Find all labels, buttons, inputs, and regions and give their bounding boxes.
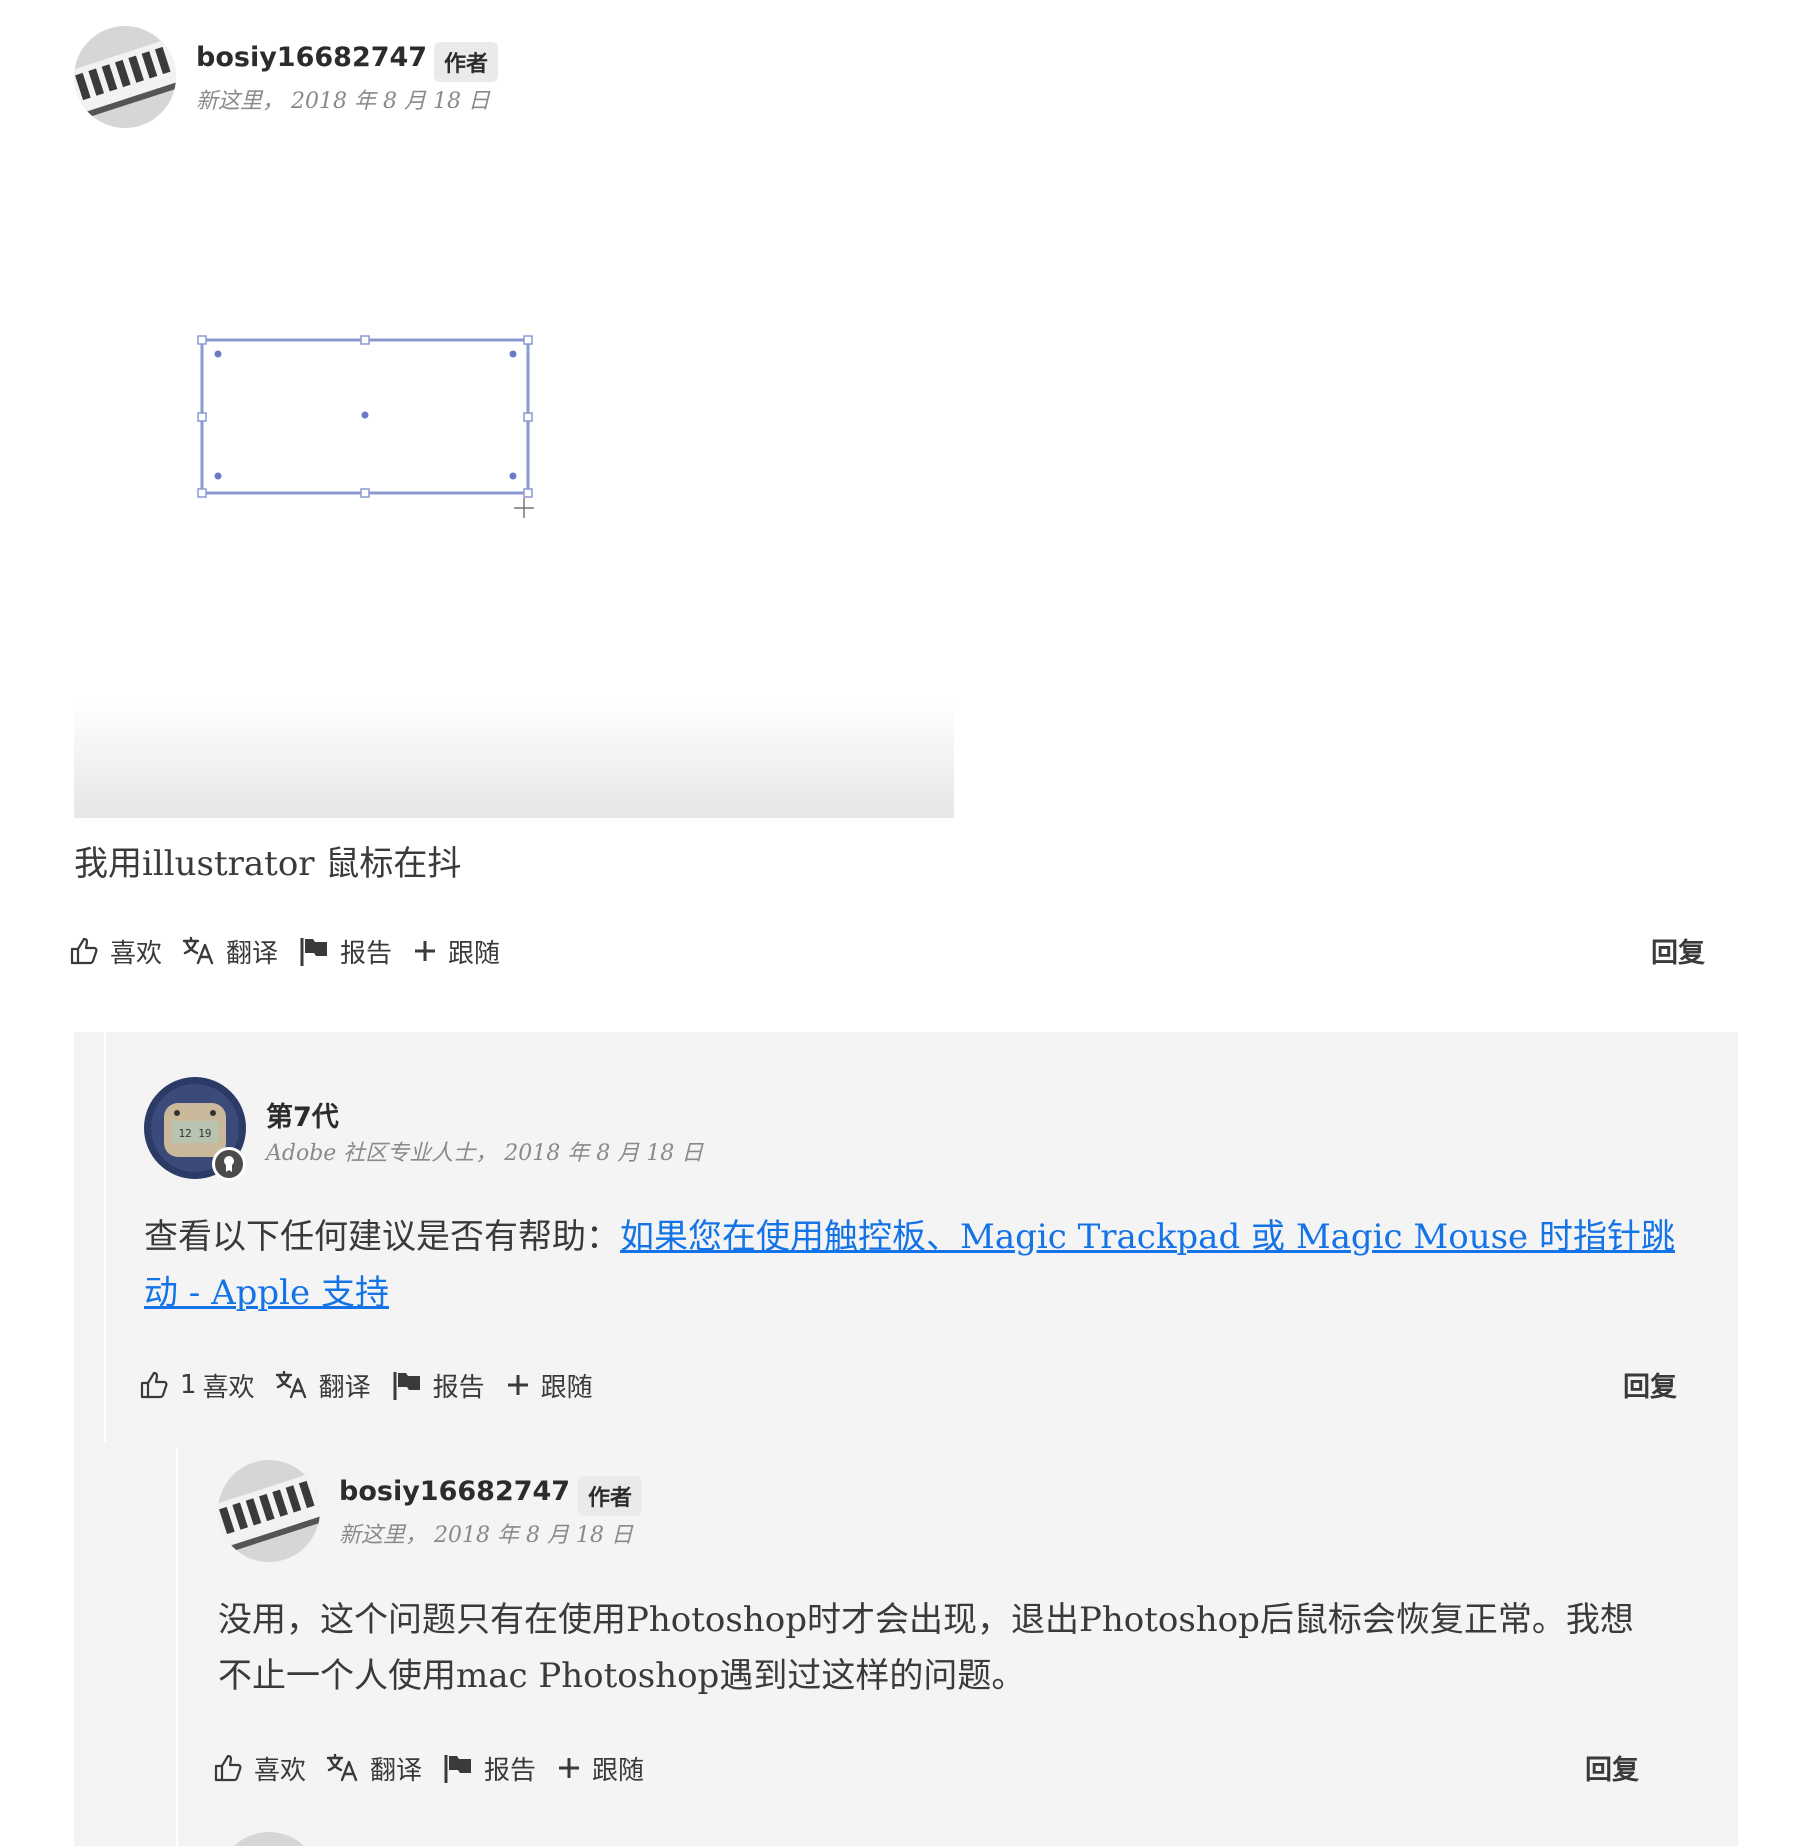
report-button[interactable]: 报告 [298, 933, 392, 970]
body-prefix: 查看以下任何建议是否有帮助： [144, 1217, 620, 1257]
username[interactable]: 第7代 [266, 1095, 339, 1134]
like-label: 喜欢 [254, 1755, 307, 1786]
avatar[interactable] [218, 1460, 320, 1562]
avatar[interactable] [74, 26, 176, 128]
nested-thread-line [176, 1447, 178, 1846]
post-actions: 喜欢 翻译 报告 跟随 [212, 1748, 664, 1788]
thumbs-up-icon [214, 1754, 242, 1782]
plus-icon [415, 941, 436, 961]
translate-button[interactable]: 翻译 [275, 1367, 371, 1404]
like-button[interactable]: 喜欢 [68, 933, 162, 970]
translate-button[interactable]: 翻译 [182, 933, 278, 970]
translate-button[interactable]: 翻译 [326, 1750, 422, 1787]
post-actions: 1 喜欢 翻译 报告 跟随 [138, 1365, 613, 1405]
plus-icon [559, 1758, 580, 1778]
report-label: 报告 [484, 1755, 537, 1786]
author-badge: 作者 [434, 42, 499, 82]
piano-avatar-icon [218, 1460, 320, 1562]
selection-rectangle-image [74, 335, 954, 818]
follow-label: 跟随 [448, 938, 501, 969]
plus-icon [507, 1375, 528, 1395]
flag-icon [300, 938, 328, 966]
pro-badge-icon [212, 1147, 246, 1181]
thumbs-up-icon [140, 1371, 168, 1399]
translate-label: 翻译 [318, 1372, 371, 1403]
reply-button[interactable]: 回复 [1623, 1365, 1677, 1404]
post-meta: Adobe 社区专业人士， 2018 年 8 月 18 日 [266, 1141, 704, 1166]
follow-button[interactable]: 跟随 [505, 1367, 593, 1404]
reply-button[interactable]: 回复 [1585, 1748, 1639, 1787]
post-actions: 喜欢 翻译 报告 跟随 [68, 931, 520, 971]
username[interactable]: bosiy16682747 [196, 42, 427, 73]
post-body: 查看以下任何建议是否有帮助：如果您在使用触控板、Magic Trackpad 或… [144, 1209, 1704, 1321]
like-button[interactable]: 喜欢 [212, 1750, 306, 1787]
reply-button[interactable]: 回复 [1651, 931, 1705, 970]
follow-label: 跟随 [540, 1372, 593, 1403]
translate-label: 翻译 [370, 1755, 423, 1786]
thread-line [104, 1032, 106, 1442]
embedded-screenshot[interactable] [74, 160, 954, 818]
report-button[interactable]: 报告 [442, 1750, 536, 1787]
like-count: 1 [180, 1370, 197, 1400]
translate-icon [326, 1753, 358, 1782]
follow-label: 跟随 [592, 1755, 645, 1786]
translate-label: 翻译 [226, 938, 279, 969]
post-meta: 新这里， 2018 年 8 月 18 日 [339, 1523, 633, 1548]
username[interactable]: bosiy16682747 [339, 1476, 570, 1507]
svg-text:12 19: 12 19 [178, 1127, 211, 1140]
translate-icon [275, 1370, 306, 1399]
follow-button[interactable]: 跟随 [556, 1750, 644, 1787]
report-label: 报告 [340, 938, 393, 969]
translate-icon [182, 936, 214, 965]
thumbs-up-icon [70, 937, 98, 965]
piano-avatar-icon [74, 26, 176, 128]
flag-icon [444, 1755, 472, 1783]
flag-icon [393, 1372, 420, 1400]
like-button[interactable]: 1 喜欢 [138, 1367, 255, 1404]
like-label: 喜欢 [110, 938, 163, 969]
post-body: 没用，这个问题只有在使用Photoshop时才会出现，退出Photoshop后鼠… [218, 1600, 1634, 1696]
follow-button[interactable]: 跟随 [412, 933, 500, 970]
author-badge: 作者 [578, 1476, 643, 1516]
like-label: 喜欢 [202, 1372, 255, 1403]
post-meta: 新这里， 2018 年 8 月 18 日 [196, 89, 490, 114]
report-label: 报告 [432, 1372, 485, 1403]
post-body: 我用illustrator 鼠标在抖 [74, 844, 462, 884]
report-button[interactable]: 报告 [391, 1367, 485, 1404]
